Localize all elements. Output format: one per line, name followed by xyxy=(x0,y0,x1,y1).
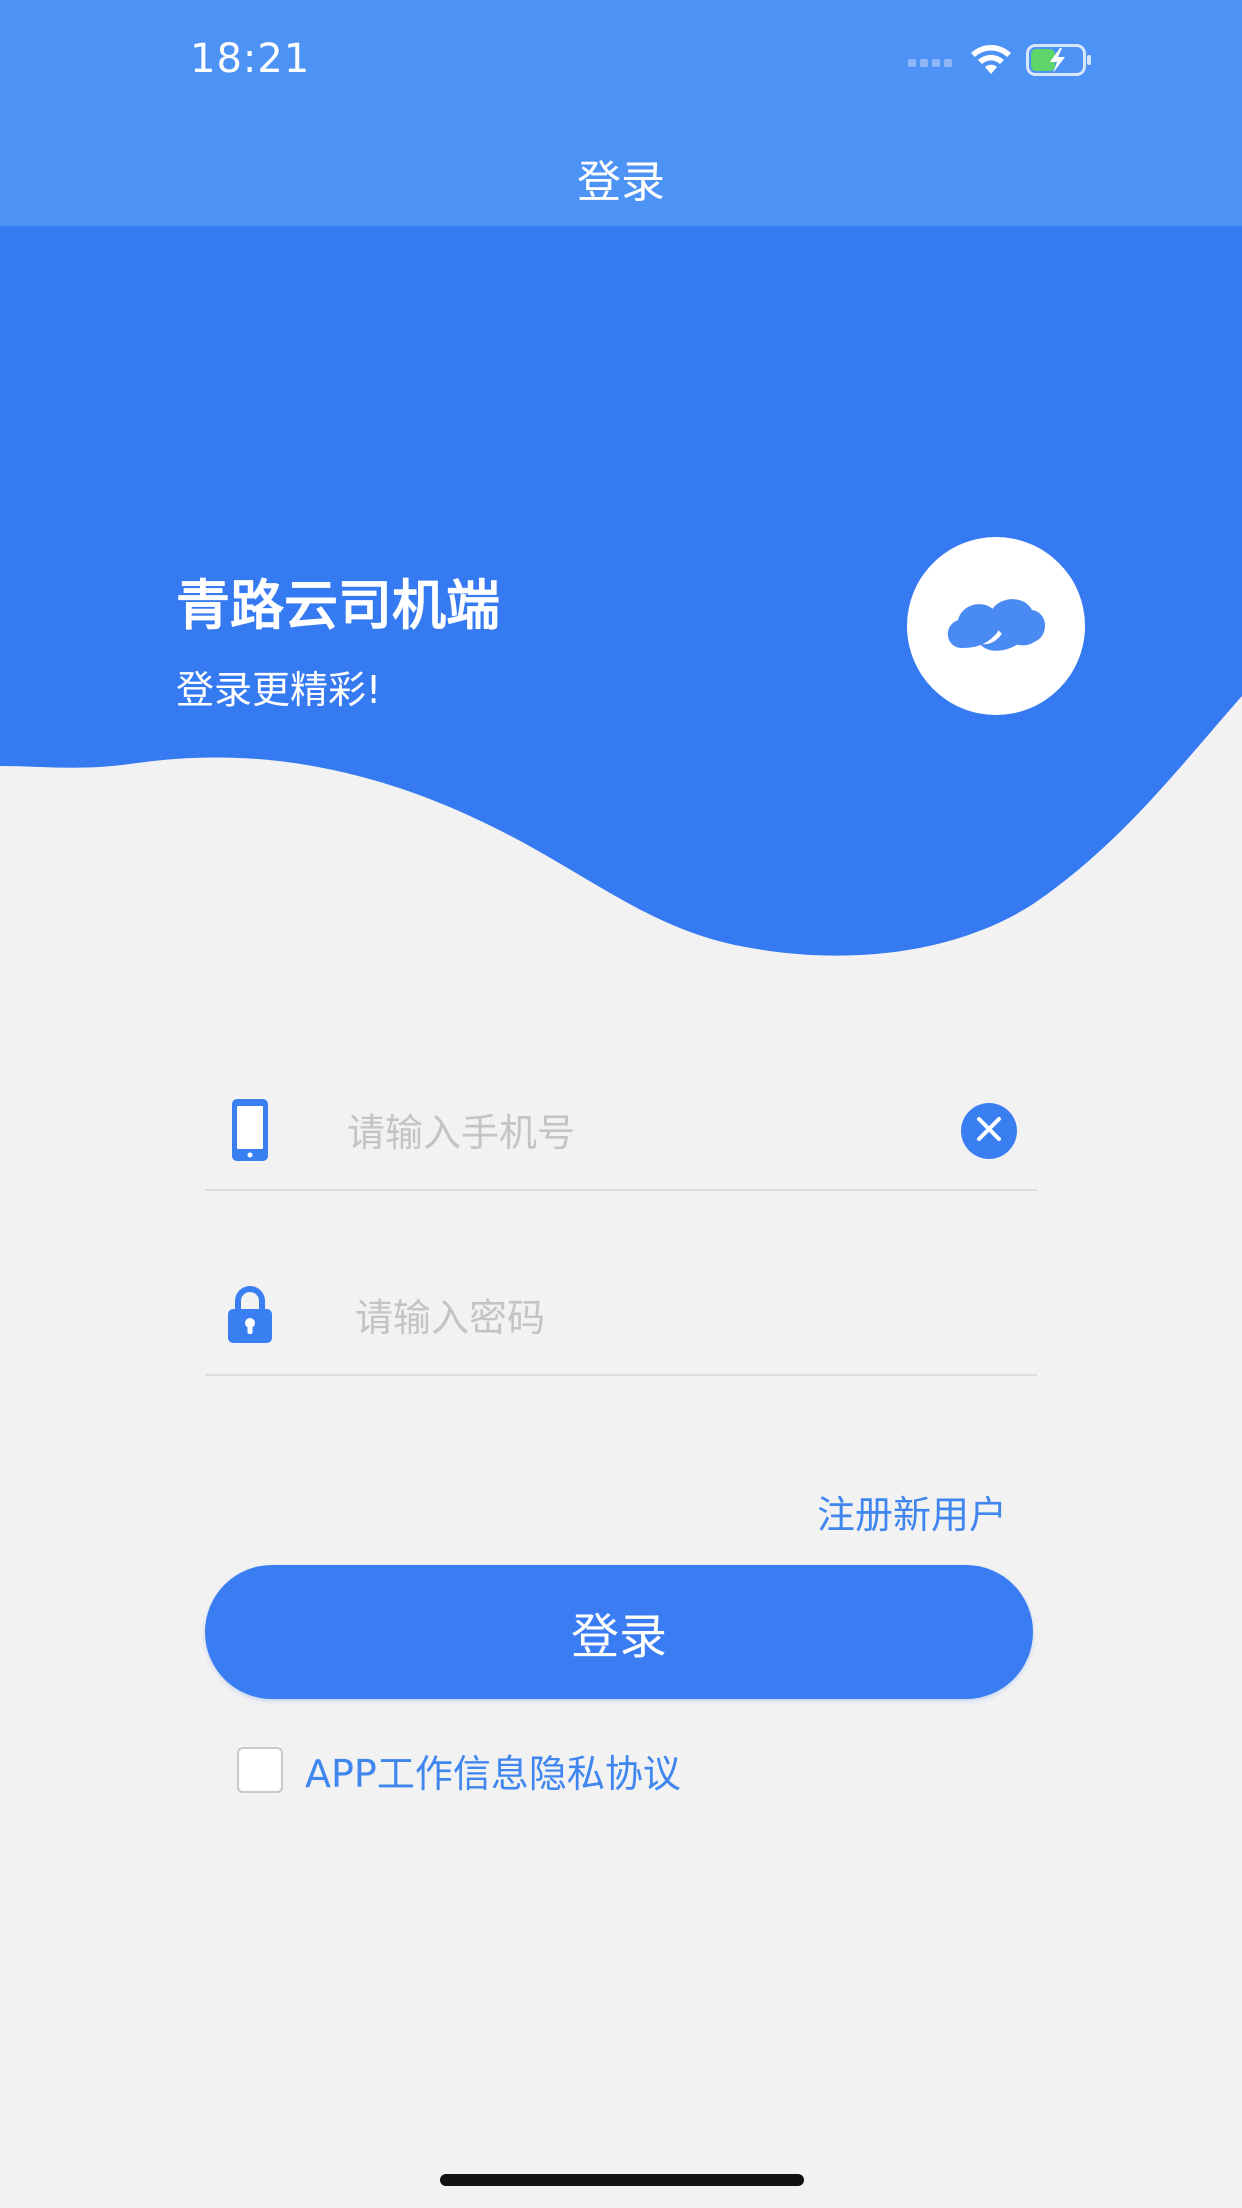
phone-field-row xyxy=(205,1085,1037,1191)
password-field-row xyxy=(205,1270,1037,1376)
home-indicator[interactable] xyxy=(440,2174,804,2186)
wifi-icon xyxy=(970,44,1012,80)
login-button[interactable]: 登录 xyxy=(205,1565,1033,1699)
agreement-checkbox[interactable] xyxy=(237,1747,283,1793)
app-logo xyxy=(907,537,1085,715)
app-name: 青路云司机端 xyxy=(176,574,500,637)
hero-banner: 青路云司机端 登录更精彩! xyxy=(0,226,1242,1006)
login-screen: 18:21 登录 青路云司机端 登录更精彩! 请输入手机号 注册新用户 登录 A… xyxy=(0,0,1242,2208)
status-time: 18:21 xyxy=(190,36,311,82)
agreement-link[interactable]: APP工作信息隐私协议 xyxy=(305,1743,681,1798)
status-icons xyxy=(908,42,1092,82)
cloud-logo-icon xyxy=(940,584,1052,668)
privacy-agreement: APP工作信息隐私协议 xyxy=(237,1743,681,1798)
clear-icon xyxy=(974,1114,1004,1148)
battery-charging-icon xyxy=(1026,43,1092,81)
signal-icon xyxy=(908,53,956,72)
nav-title: 登录 xyxy=(577,157,665,208)
app-slogan: 登录更精彩! xyxy=(176,668,382,712)
clear-phone-button[interactable] xyxy=(961,1103,1017,1159)
password-input[interactable] xyxy=(355,1288,955,1348)
phone-icon xyxy=(225,1095,275,1165)
top-bar: 18:21 登录 xyxy=(0,0,1242,226)
phone-input[interactable] xyxy=(347,1103,947,1163)
lock-icon xyxy=(225,1280,275,1350)
register-link[interactable]: 注册新用户 xyxy=(817,1484,1007,1539)
